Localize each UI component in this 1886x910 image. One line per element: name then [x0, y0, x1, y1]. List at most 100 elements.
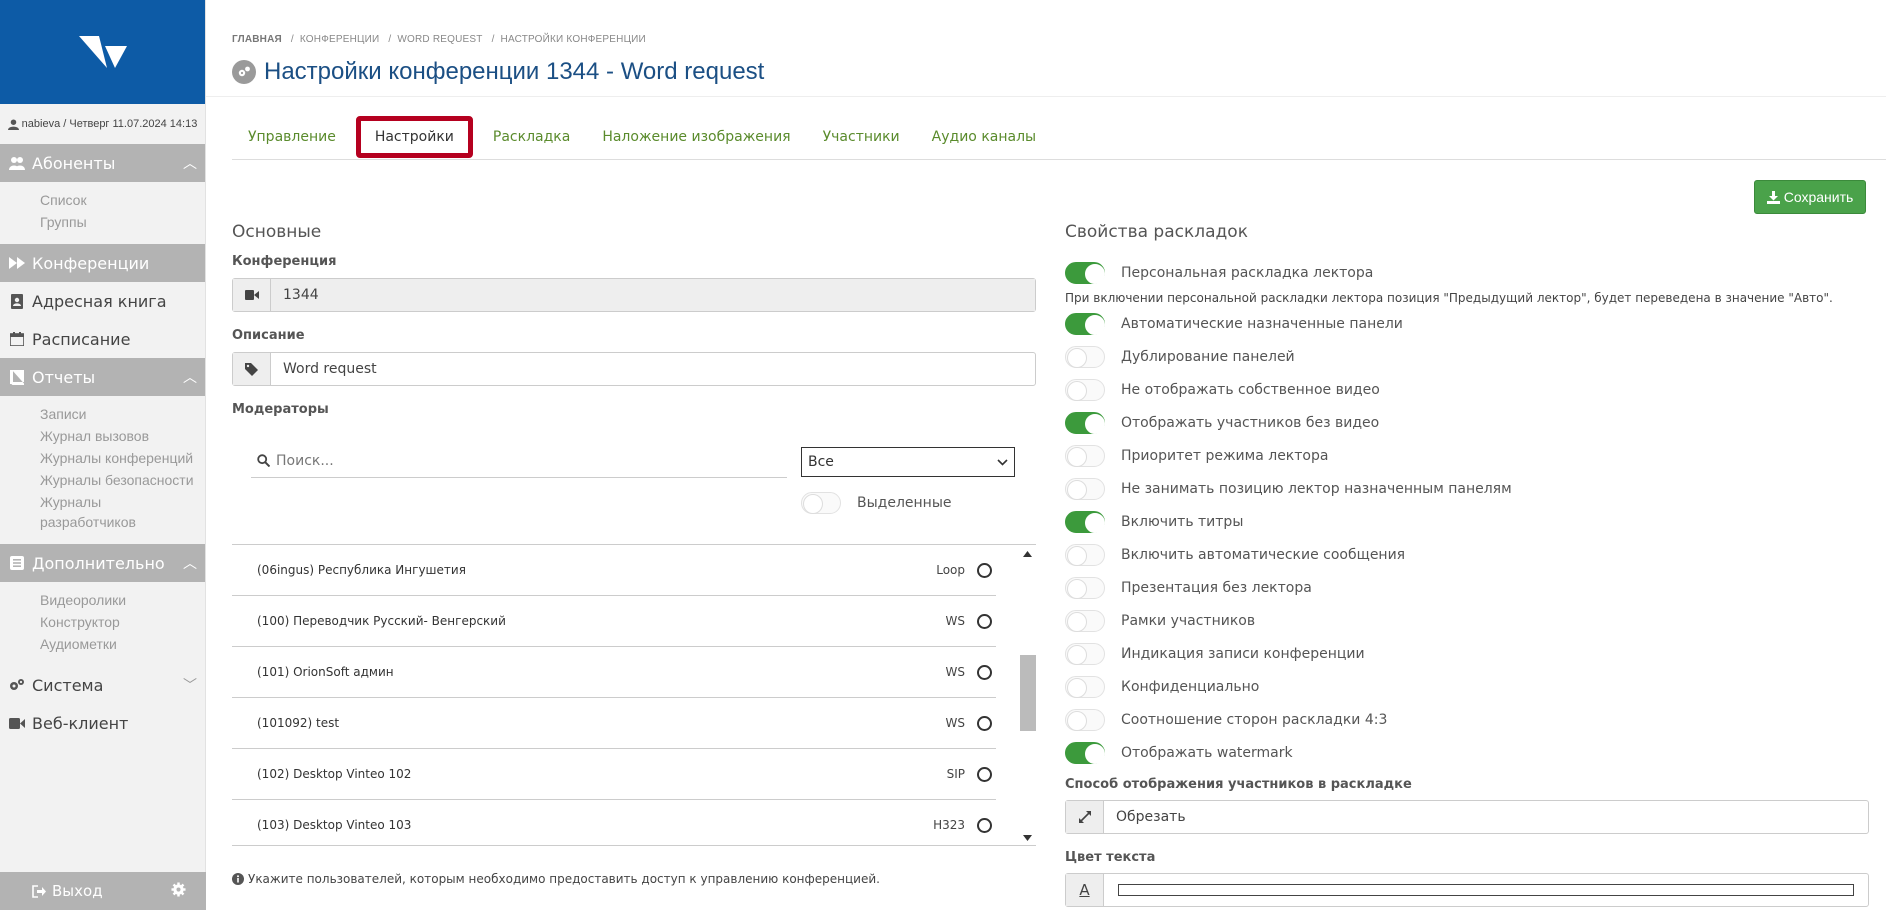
description-input[interactable]: Word request — [232, 352, 1036, 386]
breadcrumb-home[interactable]: ГЛАВНАЯ — [232, 34, 282, 45]
gears-icon — [8, 677, 26, 693]
conference-value: 1344 — [271, 279, 1035, 311]
sidebar-section-address-book[interactable]: Адресная книга — [0, 282, 205, 320]
moderator-radio[interactable] — [977, 562, 992, 578]
moderators-note: Укажите пользователей, которым необходим… — [232, 872, 880, 886]
sidebar-item-groups[interactable]: Группы — [40, 212, 205, 232]
moderator-radio[interactable] — [977, 817, 992, 833]
sidebar-item-videos[interactable]: Видеоролики — [40, 590, 205, 610]
breadcrumb-conferences[interactable]: КОНФЕРЕНЦИИ — [300, 34, 380, 45]
conference-label: Конференция — [232, 254, 337, 269]
user-icon — [7, 118, 19, 130]
sidebar-item-call-log[interactable]: Журнал вызовов — [40, 426, 205, 446]
sidebar-section-label: Отчеты — [32, 367, 96, 387]
logout-button[interactable]: Выход — [32, 882, 103, 900]
layout-toggle-row: Отображать watermark — [1065, 736, 1869, 769]
breadcrumb: ГЛАВНАЯ / КОНФЕРЕНЦИИ / WORD REQUEST / НАСТ… — [232, 34, 646, 45]
sidebar-section-web-client[interactable]: Веб-клиент — [0, 704, 205, 742]
moderator-row[interactable]: (101) OrionSoft админ WS — [232, 647, 996, 698]
moderator-row[interactable]: (103) Desktop Vinteo 103 H323 — [232, 800, 996, 845]
chevron-up-icon[interactable]: ︿ — [175, 553, 205, 573]
display-mode-value: Обрезать — [1116, 809, 1186, 825]
moderator-row[interactable]: (101092) test WS — [232, 698, 996, 749]
toggle-switch[interactable] — [1065, 312, 1105, 335]
color-swatch[interactable] — [1118, 884, 1854, 896]
tab-participants[interactable]: Участники — [807, 117, 916, 157]
moderator-name: (102) Desktop Vinteo 102 — [257, 767, 412, 781]
layout-props-heading: Свойства раскладок — [1065, 222, 1248, 242]
search-input[interactable]: Поиск... — [251, 444, 787, 478]
toggle-label: Презентация без лектора — [1121, 579, 1312, 596]
toggle-label: Автоматические назначенные панели — [1121, 315, 1403, 332]
sidebar-section-schedule[interactable]: Расписание — [0, 320, 205, 358]
sidebar-item-conference-logs[interactable]: Журналы конференций — [40, 448, 205, 468]
sidebar-item-audio-marks[interactable]: Аудиометки — [40, 634, 205, 654]
tab-image-overlay[interactable]: Наложение изображения — [586, 117, 806, 157]
layout-toggle-row: Персональная раскладка лектора — [1065, 256, 1869, 289]
toggle-switch[interactable] — [1065, 378, 1105, 401]
moderator-row[interactable]: (06ingus) Республика Ингушетия Loop — [232, 545, 996, 596]
filter-value: Все — [808, 454, 834, 470]
moderator-radio[interactable] — [977, 715, 992, 731]
sidebar-section-subscribers[interactable]: Абоненты ︿ — [0, 144, 205, 182]
selected-toggle[interactable] — [801, 492, 841, 514]
toggle-switch[interactable] — [1065, 345, 1105, 368]
chevron-up-icon[interactable]: ︿ — [175, 153, 205, 173]
tab-audio-channels[interactable]: Аудио каналы — [916, 117, 1052, 157]
toggle-switch[interactable] — [1065, 261, 1105, 284]
moderator-row[interactable]: (100) Переводчик Русский- Венгерский WS — [232, 596, 996, 647]
search-icon — [257, 454, 270, 467]
logo[interactable] — [0, 0, 205, 104]
toggle-switch[interactable] — [1065, 510, 1105, 533]
scroll-thumb[interactable] — [1020, 655, 1036, 731]
settings-gear-icon[interactable] — [171, 881, 186, 901]
list-scrollbar[interactable] — [1018, 545, 1036, 845]
text-color-picker[interactable]: A — [1065, 873, 1869, 907]
tab-management[interactable]: Управление — [232, 117, 352, 157]
save-button[interactable]: Сохранить — [1754, 180, 1866, 214]
download-icon — [1766, 190, 1780, 204]
toggle-label: Конфиденциально — [1121, 678, 1260, 695]
tab-settings[interactable]: Настройки — [355, 115, 473, 158]
chevron-up-icon[interactable]: ︿ — [175, 367, 205, 387]
sidebar-section-reports[interactable]: Отчеты ︿ — [0, 358, 205, 396]
moderator-protocol: WS — [945, 665, 965, 679]
layout-toggle-row: Индикация записи конференции — [1065, 637, 1869, 670]
scroll-down-icon[interactable] — [1023, 835, 1032, 841]
toggle-switch[interactable] — [1065, 642, 1105, 665]
moderator-radio[interactable] — [977, 664, 992, 680]
sidebar-section-conferences[interactable]: Конференции — [0, 244, 205, 282]
sidebar-item-developer-logs[interactable]: Журналы разработчиков — [40, 492, 170, 532]
page-header: Настройки конференции 1344 - Word reques… — [232, 58, 764, 86]
toggle-switch[interactable] — [1065, 444, 1105, 467]
toggle-switch[interactable] — [1065, 609, 1105, 632]
text-color-label: Цвет текста — [1065, 850, 1156, 865]
moderator-radio[interactable] — [977, 766, 992, 782]
scroll-up-icon[interactable] — [1023, 551, 1032, 557]
layout-toggle-row: Включить автоматические сообщения — [1065, 538, 1869, 571]
display-mode-select[interactable]: Обрезать — [1065, 800, 1869, 834]
chevron-down-icon[interactable]: ﹀ — [175, 675, 205, 695]
sidebar-section-system[interactable]: Система ﹀ — [0, 666, 205, 704]
toggle-switch[interactable] — [1065, 576, 1105, 599]
toggle-switch[interactable] — [1065, 675, 1105, 698]
tab-layout[interactable]: Раскладка — [477, 117, 586, 157]
layout-toggle-row: Автоматические назначенные панели — [1065, 307, 1869, 340]
moderator-radio[interactable] — [977, 613, 992, 629]
toggle-label: Не отображать собственное видео — [1121, 381, 1380, 398]
breadcrumb-conference[interactable]: WORD REQUEST — [397, 34, 482, 45]
toggle-switch[interactable] — [1065, 411, 1105, 434]
toggle-switch[interactable] — [1065, 708, 1105, 731]
sidebar-section-additional[interactable]: Дополнительно ︿ — [0, 544, 205, 582]
toggle-label: Отображать watermark — [1121, 744, 1293, 761]
sidebar-item-constructor[interactable]: Конструктор — [40, 612, 205, 632]
toggle-switch[interactable] — [1065, 543, 1105, 566]
sidebar-item-records[interactable]: Записи — [40, 404, 205, 424]
toggle-switch[interactable] — [1065, 741, 1105, 764]
filter-select[interactable]: Все — [801, 447, 1015, 477]
moderator-row[interactable]: (102) Desktop Vinteo 102 SIP — [232, 749, 996, 800]
sidebar-item-security-logs[interactable]: Журналы безопасности — [40, 470, 205, 490]
toggle-switch[interactable] — [1065, 477, 1105, 500]
sidebar-item-list[interactable]: Список — [40, 190, 205, 210]
description-label: Описание — [232, 328, 305, 343]
